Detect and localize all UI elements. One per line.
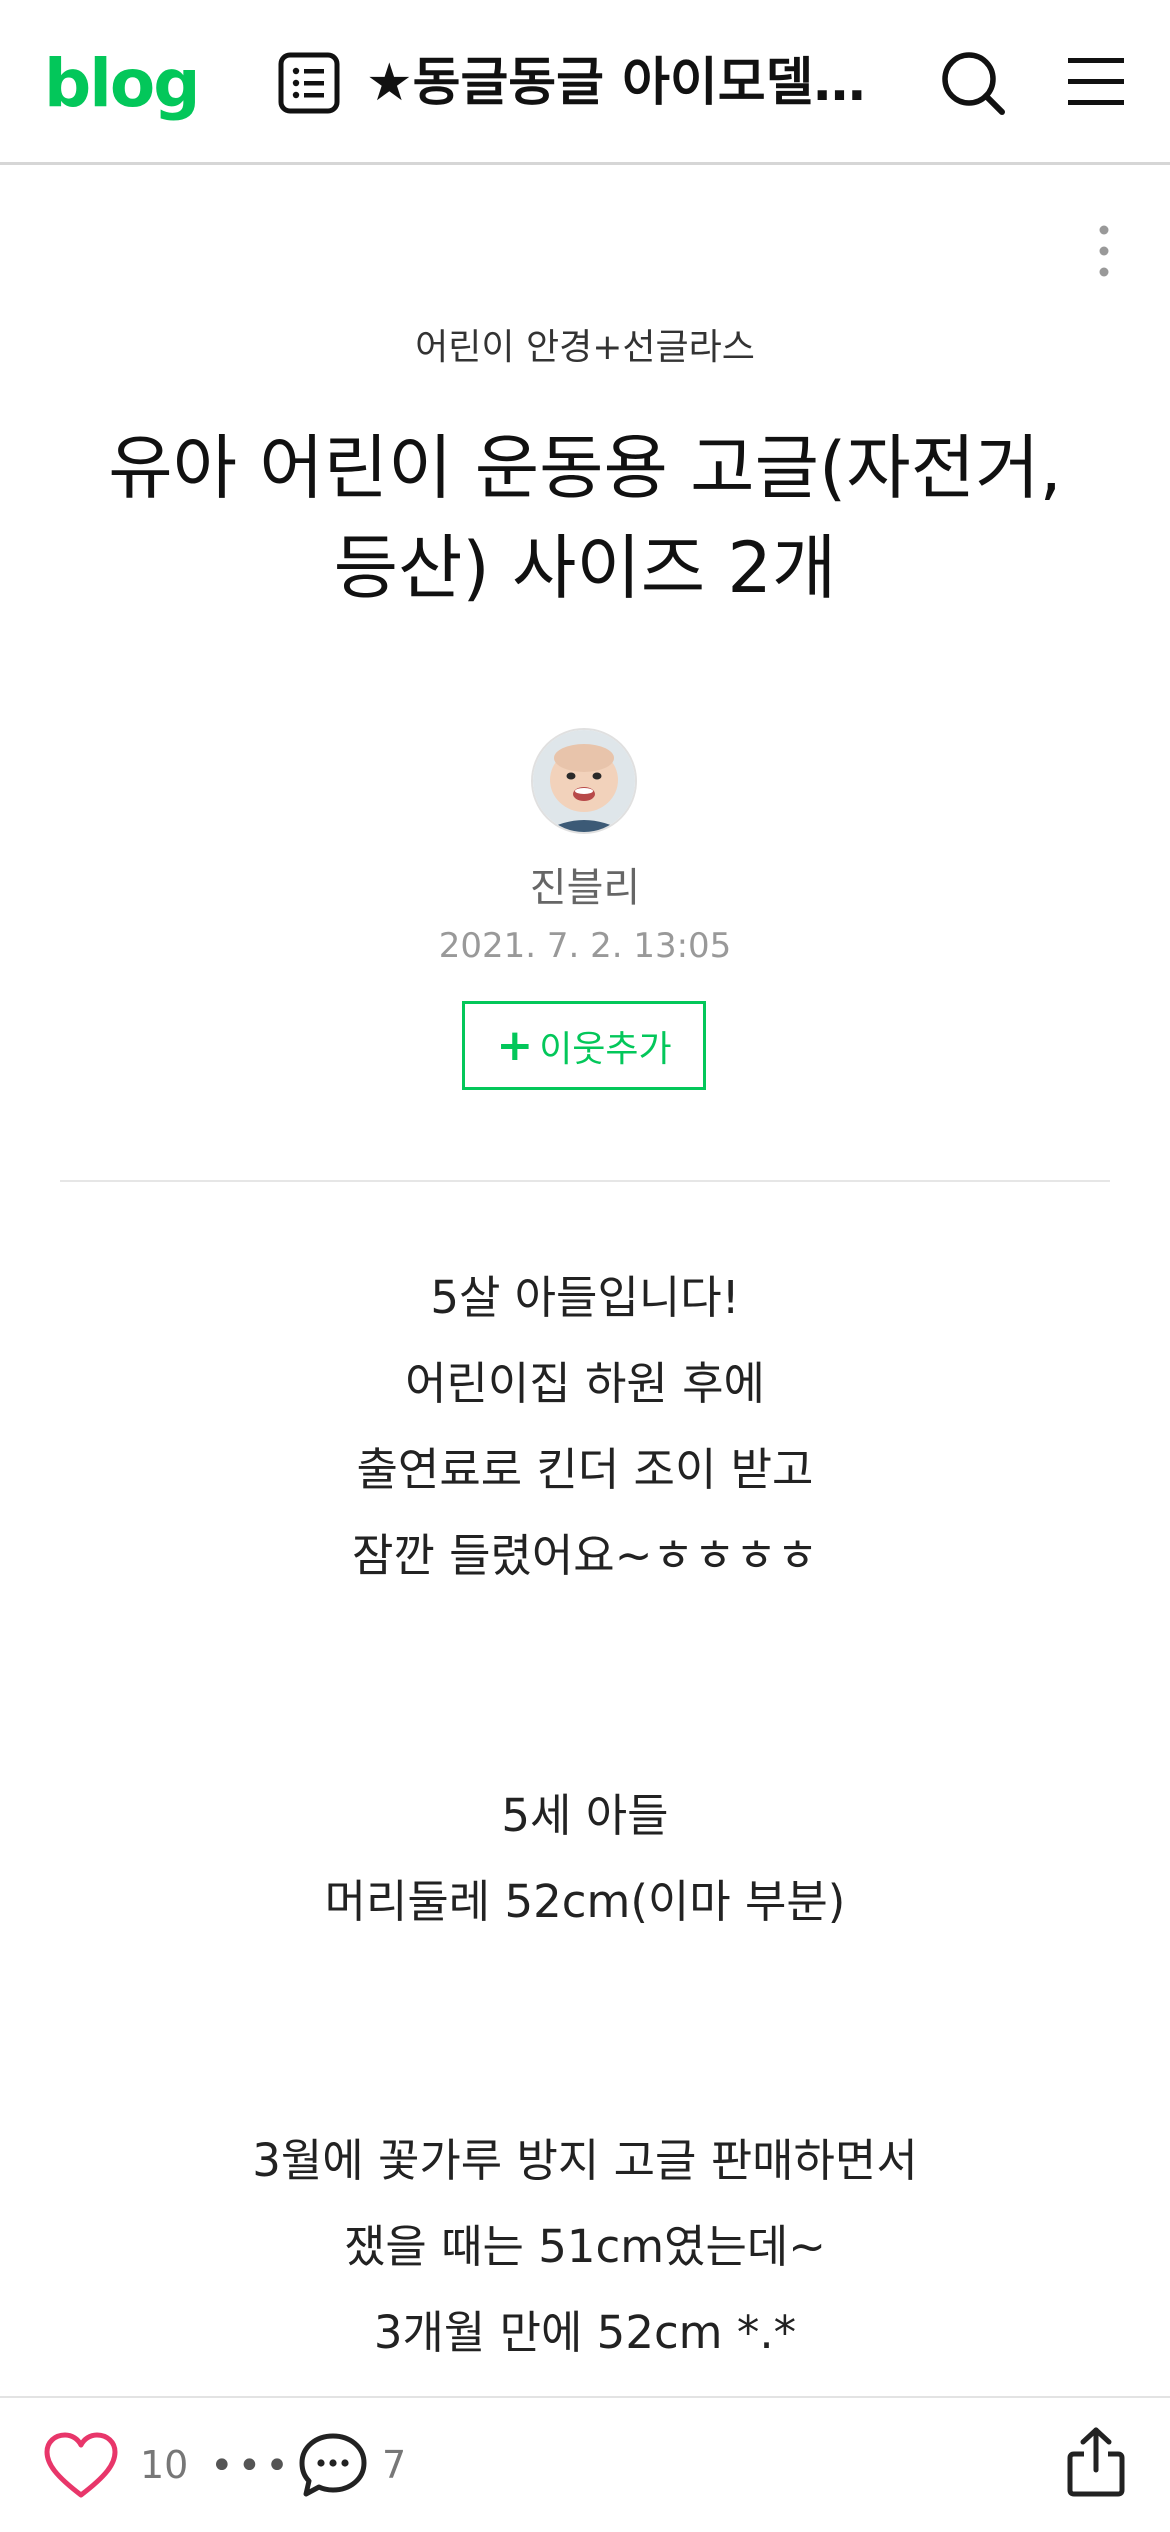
like-button[interactable] [44,2432,118,2500]
comment-icon [299,2433,367,2497]
search-button[interactable] [940,50,1006,116]
text-line: 3월에 꽃가루 방지 고글 판매하면서 [252,2134,918,2187]
heart-icon [44,2432,118,2498]
text-line: 어린이집 하원 후에 [405,1357,765,1410]
comment-count[interactable]: 7 [382,2438,406,2492]
text-line: 머리둘레 52cm(이마 부분) [324,1875,846,1928]
menu-button[interactable] [1066,54,1126,110]
post-category[interactable]: 어린이 안경+선글라스 [0,322,1170,374]
text-line: 3개월 만에 52cm *.* [373,2306,797,2359]
post-paragraph: 5살 아들입니다! 어린이집 하원 후에 출연료로 킨더 조이 받고 잠깐 들렸… [0,1255,1170,1599]
text-line: 잠깐 들렸어요~ㅎㅎㅎㅎ [351,1529,818,1582]
post-title: 유아 어린이 운동용 고글(자전거, 등산) 사이즈 2개 [108,427,1062,609]
text-line: 5살 아들입니다! [430,1271,740,1324]
post-more-button[interactable] [1086,222,1122,280]
share-button[interactable] [1066,2426,1126,2498]
author-avatar[interactable] [531,728,637,834]
search-icon [942,52,1005,115]
post-list-icon [278,52,340,114]
menu-icon [1068,58,1124,105]
post-list-button[interactable] [278,52,340,114]
blog-logo[interactable]: blog [44,44,200,124]
post-paragraph: 5세 아들 머리둘레 52cm(이마 부분) [0,1773,1170,1945]
plus-icon: + [496,1019,534,1071]
author-name[interactable]: 진블리 [0,858,1170,918]
post-paragraph: 3월에 꽃가루 방지 고글 판매하면서 쟀을 때는 51cm였는데~ 3개월 만… [0,2118,1170,2376]
avatar-image [533,730,635,832]
text-line: 5세 아들 [501,1789,669,1842]
blog-title[interactable]: ★동글동글 아이모델 ... [366,44,882,122]
bottom-action-bar: 10 ••• 7 [0,2396,1170,2532]
top-header: blog ★동글동글 아이모델 ... [0,0,1170,165]
share-icon [1067,2427,1125,2497]
post-date: 2021. 7. 2. 13:05 [438,926,732,966]
blog-post-page: blog ★동글동글 아이모델 ... 어린이 안경+선글라스 유아 어린이 운… [0,0,1170,2532]
more-dots[interactable]: ••• [210,2446,293,2486]
content-divider [60,1180,1110,1182]
text-line: 쟀을 때는 51cm였는데~ [344,2220,826,2273]
comment-button[interactable] [298,2432,368,2498]
follow-label: 이웃추가 [539,1028,672,1070]
text-line: 출연료로 킨더 조이 받고 [356,1443,814,1496]
more-vertical-icon [1099,225,1109,277]
follow-button[interactable]: + 이웃추가 [462,1001,706,1090]
like-count[interactable]: 10 [140,2438,188,2492]
